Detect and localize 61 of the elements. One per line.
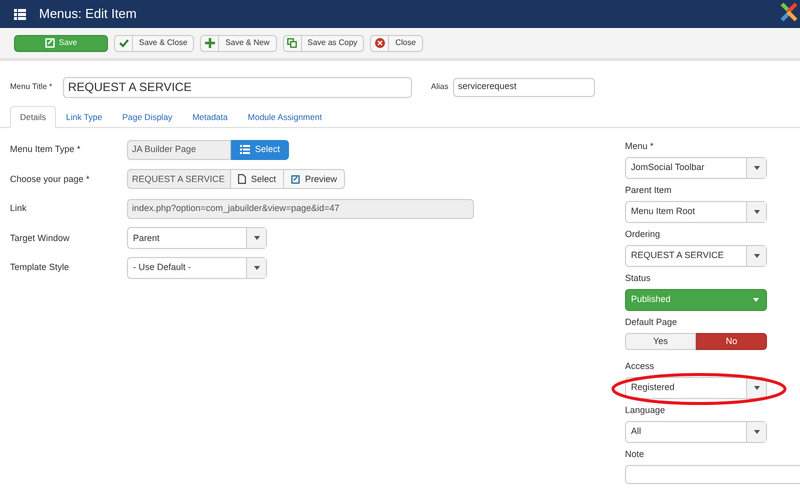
type-field: JA Builder Page <box>127 140 231 160</box>
caret-icon <box>753 298 759 302</box>
check-icon <box>118 38 128 48</box>
plus-icon <box>204 38 215 48</box>
field-label: Parent Item <box>625 185 672 196</box>
dropdown[interactable]: REQUEST A SERVICE <box>625 245 767 267</box>
dropdown[interactable]: JomSocial Toolbar <box>625 157 767 179</box>
dropdown[interactable]: Registered <box>625 377 767 399</box>
field-label: Choose your page * <box>10 172 91 186</box>
note-field[interactable] <box>625 465 800 484</box>
toolbar-button[interactable]: Close <box>370 34 423 52</box>
toggle-option[interactable]: Yes <box>625 333 696 350</box>
edit-icon <box>291 174 300 184</box>
link-field: index.php?option=com_jabuilder&view=page&id=47 <box>127 198 474 219</box>
select-button[interactable]: Select <box>231 169 284 190</box>
toggle-option[interactable]: No <box>696 333 767 350</box>
page-field: REQUEST A SERVICE <box>127 169 231 190</box>
caret-icon <box>754 210 760 214</box>
tab[interactable]: Metadata <box>182 106 238 128</box>
dropdown[interactable]: Menu Item Root <box>625 201 767 223</box>
field-label: Menu * <box>625 141 654 152</box>
field-label: Default Page <box>625 317 678 328</box>
page-title: Menus: Edit Item <box>39 5 138 24</box>
toolbar-button[interactable]: Save & New <box>200 34 276 52</box>
preview-button[interactable]: Preview <box>284 169 346 190</box>
field-label: Menu Item Type * <box>10 143 82 156</box>
caret-icon <box>254 236 260 240</box>
field-label: Status <box>625 273 651 284</box>
field-label: Target Window <box>10 232 71 245</box>
close-icon <box>374 38 385 48</box>
field-label: Link <box>10 202 28 215</box>
dropdown[interactable]: - Use Default - <box>127 256 267 279</box>
title-field[interactable]: REQUEST A SERVICE <box>63 76 412 98</box>
field-label: Alias <box>431 81 450 93</box>
logo-icon <box>778 0 800 24</box>
toolbar-button[interactable]: Save & Close <box>114 34 194 52</box>
field-label: Access <box>625 361 654 372</box>
caret-icon <box>754 430 760 434</box>
tab[interactable]: Module Assignment <box>238 106 332 128</box>
caret-icon <box>754 254 760 258</box>
dropdown[interactable]: Parent <box>127 227 267 250</box>
dropdown[interactable]: All <box>625 421 767 443</box>
tab[interactable]: Details <box>10 106 56 128</box>
field-label: Language <box>625 405 666 416</box>
field-label: Template Style <box>10 261 70 274</box>
copy-icon <box>287 38 297 48</box>
field-label: Menu Title * <box>10 81 54 93</box>
field-label: Ordering <box>625 229 660 240</box>
toolbar-button[interactable]: Save as Copy <box>282 34 364 52</box>
caret-icon <box>754 166 760 170</box>
edit-icon <box>44 38 55 48</box>
select-button[interactable]: Select <box>231 140 290 160</box>
list-icon <box>240 145 250 154</box>
caret-icon <box>754 386 760 390</box>
list-icon <box>14 8 26 20</box>
tab[interactable]: Link Type <box>56 106 112 128</box>
alias-field[interactable]: servicerequest <box>453 78 595 96</box>
caret-icon <box>254 266 260 270</box>
document-icon <box>238 174 246 184</box>
field-label: Note <box>625 449 644 460</box>
tab[interactable]: Page Display <box>112 106 182 128</box>
